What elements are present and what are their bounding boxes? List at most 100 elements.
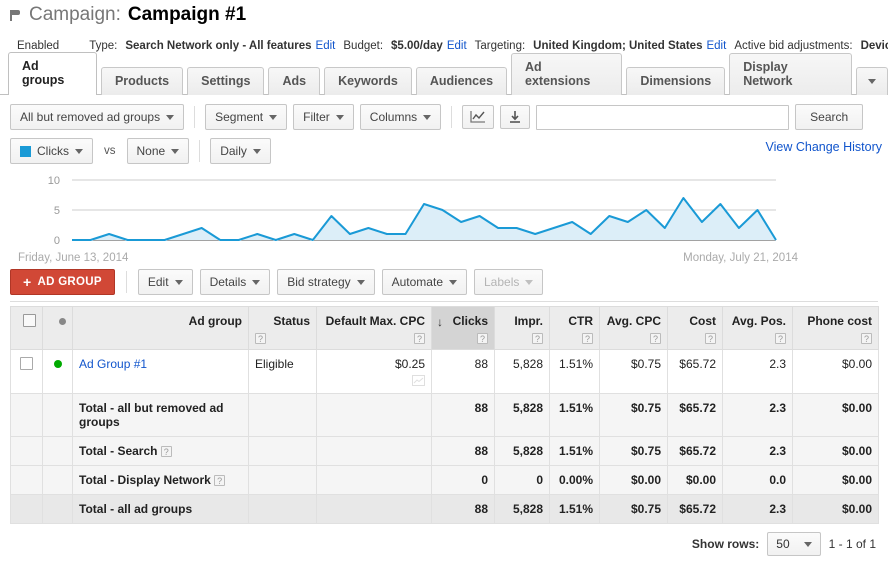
automate-dropdown[interactable]: Automate xyxy=(381,269,467,295)
help-icon[interactable]: ? xyxy=(255,333,266,344)
cell-impr: 0 xyxy=(494,465,550,495)
columns-dropdown[interactable]: Columns xyxy=(359,104,442,130)
status-text: Enabled xyxy=(17,40,60,52)
chevron-down-icon xyxy=(171,148,180,154)
column-header-ad-group[interactable]: Ad group xyxy=(72,306,249,350)
cell-ctr: 1.51% xyxy=(549,494,600,524)
ad-group-link[interactable]: Ad Group #1 xyxy=(79,357,147,371)
cell-avg-pos: 2.3 xyxy=(722,349,793,394)
help-icon[interactable]: ? xyxy=(861,333,872,344)
toggle-chart-button[interactable] xyxy=(462,105,495,129)
row-select-cell[interactable] xyxy=(10,349,43,394)
add-ad-group-button[interactable]: + AD GROUP xyxy=(10,269,115,295)
bid-simulator-icon[interactable] xyxy=(412,375,425,386)
tab-settings[interactable]: Settings xyxy=(187,67,265,95)
column-header-cost[interactable]: Cost ? xyxy=(667,306,723,350)
edit-dropdown[interactable]: Edit xyxy=(137,269,193,295)
help-icon[interactable]: ? xyxy=(477,333,488,344)
spacer-cell xyxy=(42,393,73,437)
help-icon[interactable]: ? xyxy=(414,333,425,344)
column-header-avg-pos[interactable]: Avg. Pos. ? xyxy=(722,306,793,350)
budget-label: Budget: xyxy=(343,40,384,52)
spacer-cell xyxy=(42,465,73,495)
edit-type-link[interactable]: Edit xyxy=(316,40,336,52)
search-button[interactable]: Search xyxy=(795,104,864,130)
tab-ad-extensions[interactable]: Ad extensions xyxy=(511,53,623,95)
sort-desc-arrow-icon: ↓ xyxy=(437,315,443,329)
type-value: Search Network only - All features xyxy=(125,40,312,52)
budget-value: $5.00/day xyxy=(391,40,443,52)
campaign-name: Campaign #1 xyxy=(127,4,247,25)
column-header-avg-cpc[interactable]: Avg. CPC ? xyxy=(599,306,668,350)
tab-audiences[interactable]: Audiences xyxy=(415,67,508,95)
campaign-label: Campaign: xyxy=(29,4,121,25)
column-header-phone-cost[interactable]: Phone cost ? xyxy=(792,306,879,350)
status-dot-header xyxy=(42,306,73,350)
help-icon[interactable]: ? xyxy=(650,333,661,344)
edit-budget-link[interactable]: Edit xyxy=(447,40,467,52)
spacer-cell xyxy=(10,465,43,495)
row-checkbox[interactable] xyxy=(20,357,33,370)
cell-status xyxy=(248,436,317,466)
help-icon[interactable]: ? xyxy=(582,333,593,344)
select-all-checkbox[interactable] xyxy=(23,314,36,327)
column-header-status[interactable]: Status ? xyxy=(248,306,317,350)
column-header-ctr[interactable]: CTR ? xyxy=(549,306,600,350)
tab-ads[interactable]: Ads xyxy=(268,67,321,95)
cell-status xyxy=(248,494,317,524)
column-header-clicks[interactable]: ↓ Clicks ? xyxy=(431,306,495,350)
cell-avg-pos: 2.3 xyxy=(722,393,793,437)
edit-label: Edit xyxy=(147,275,169,289)
column-label: Status xyxy=(273,314,310,328)
help-icon[interactable]: ? xyxy=(775,333,786,344)
select-all-header[interactable] xyxy=(10,306,43,350)
granularity-dropdown[interactable]: Daily xyxy=(210,138,271,164)
help-icon[interactable]: ? xyxy=(532,333,543,344)
compare-metric-dropdown[interactable]: None xyxy=(126,138,190,164)
tab-products[interactable]: Products xyxy=(100,67,184,95)
status-dot-icon xyxy=(59,318,66,325)
help-icon[interactable]: ? xyxy=(214,475,226,486)
download-icon xyxy=(510,111,521,123)
labels-label: Labels xyxy=(484,275,520,289)
search-input[interactable] xyxy=(536,104,790,130)
scope-filter-label: All but removed ad groups xyxy=(20,110,161,124)
tab-keywords[interactable]: Keywords xyxy=(324,67,412,95)
cell-status xyxy=(248,393,317,437)
segment-dropdown[interactable]: Segment xyxy=(205,104,288,130)
help-icon[interactable]: ? xyxy=(705,333,716,344)
metric-dropdown[interactable]: Clicks xyxy=(10,138,93,164)
tab-display-network[interactable]: Display Network xyxy=(729,53,853,95)
column-header-default-max-cpc[interactable]: Default Max. CPC ? xyxy=(316,306,432,350)
labels-dropdown[interactable]: Labels xyxy=(474,269,544,295)
chevron-down-icon xyxy=(525,279,534,285)
view-change-history-link[interactable]: View Change History xyxy=(766,140,883,154)
cell-avg-cpc: $0.75 xyxy=(599,349,668,394)
type-label: Type: xyxy=(89,40,118,52)
download-report-button[interactable] xyxy=(500,105,531,129)
columns-label: Columns xyxy=(369,110,418,124)
table-row[interactable]: Ad Group #1 Eligible $0.25 88 5,828 1.51… xyxy=(10,349,879,394)
bid-strategy-dropdown[interactable]: Bid strategy xyxy=(277,269,375,295)
tab-ad-groups[interactable]: Ad groups xyxy=(8,52,97,95)
cell-ctr: 1.51% xyxy=(549,349,600,394)
edit-targeting-link[interactable]: Edit xyxy=(706,40,726,52)
tab-dimensions[interactable]: Dimensions xyxy=(626,67,726,95)
cell-default-max-cpc xyxy=(316,393,432,437)
chevron-down-icon xyxy=(252,279,261,285)
scope-filter-dropdown[interactable]: All but removed ad groups xyxy=(10,104,185,130)
details-dropdown[interactable]: Details xyxy=(199,269,271,295)
tab-more-dropdown[interactable] xyxy=(856,67,888,95)
cell-total-label: Total - all ad groups xyxy=(72,494,249,524)
cell-clicks: 88 xyxy=(431,494,495,524)
metric-color-swatch-icon xyxy=(20,145,31,157)
automate-label: Automate xyxy=(391,275,443,289)
filter-dropdown[interactable]: Filter xyxy=(293,104,354,130)
adwords-campaign-page: Campaign: Campaign #1 Enabled Type: Sear… xyxy=(0,0,888,583)
column-header-impr[interactable]: Impr. ? xyxy=(494,306,550,350)
column-label: Avg. Pos. xyxy=(731,314,786,328)
rows-per-page-select[interactable]: 50 xyxy=(767,532,821,556)
chevron-down-icon xyxy=(803,541,812,547)
help-icon[interactable]: ? xyxy=(160,446,172,457)
table-header-row: Ad group Status ? Default Max. CPC ? ↓ C… xyxy=(10,306,879,350)
